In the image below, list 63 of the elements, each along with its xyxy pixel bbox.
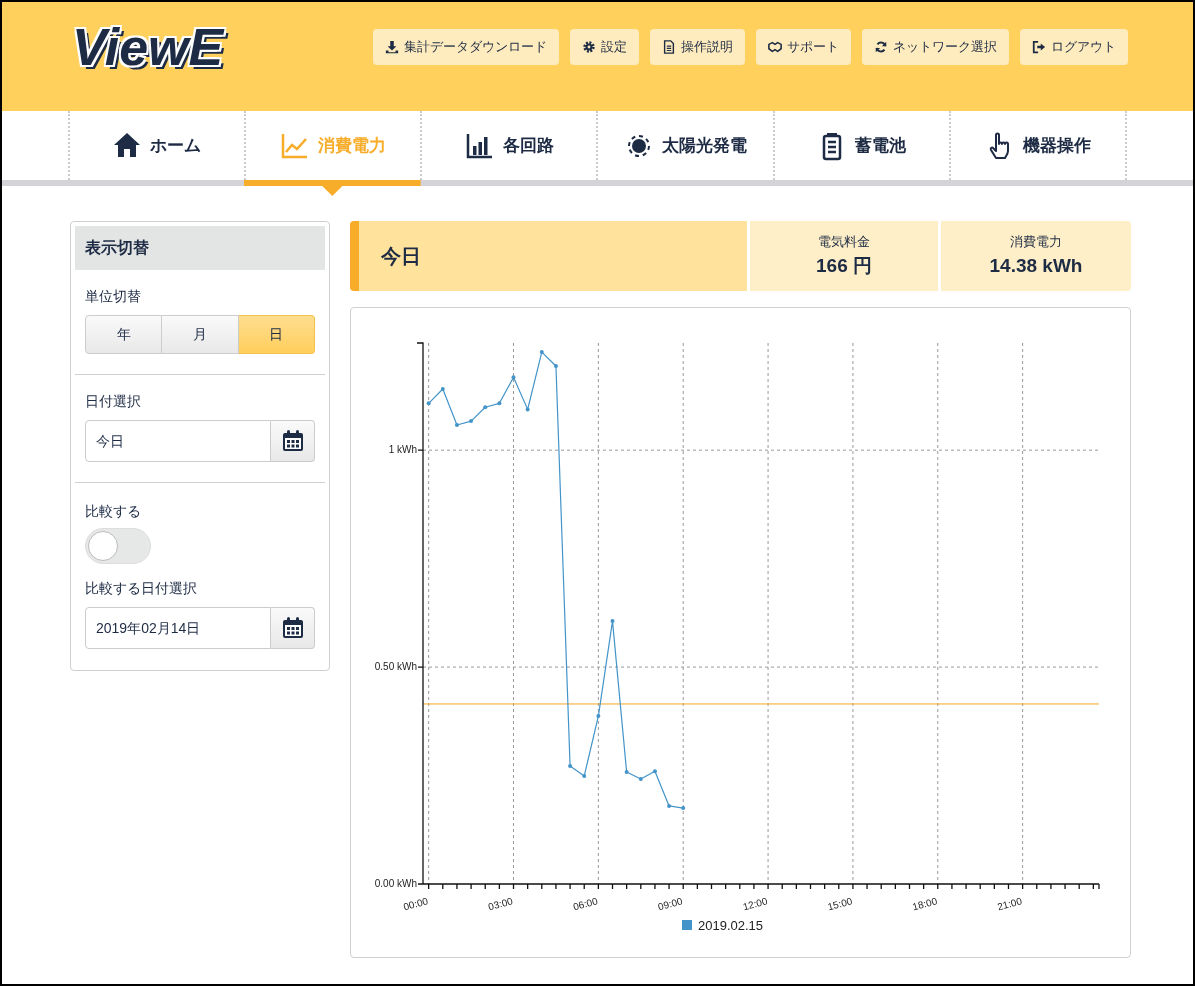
data-point (568, 764, 573, 768)
x-tick-label: 03:00 (487, 895, 515, 913)
field-label: 日付選択 (85, 392, 142, 411)
y-tick-label: 0.50 kWh (374, 661, 417, 673)
data-point (667, 803, 672, 808)
x-tick-label: 18:00 (911, 895, 939, 913)
data-point (652, 769, 657, 774)
header-button[interactable]: ログアウト (1020, 28, 1128, 65)
data-point (525, 407, 530, 412)
stat-value: 166 円 (816, 253, 872, 278)
data-point (610, 619, 615, 624)
toggle-switch[interactable] (85, 528, 151, 564)
header-button[interactable]: 操作説明 (650, 28, 745, 65)
x-tick-label: 09:00 (656, 895, 684, 913)
segment-button[interactable]: 日 (238, 315, 315, 354)
data-point (624, 770, 629, 775)
data-point (469, 419, 474, 424)
gear-icon (582, 39, 596, 54)
data-point (497, 401, 502, 406)
data-point (596, 714, 601, 719)
field-label: 比較する日付選択 (85, 579, 198, 598)
data-point (582, 773, 587, 778)
data-point (426, 401, 431, 406)
data-point (553, 364, 558, 368)
y-tick-label: 0.00 kWh (374, 878, 417, 889)
x-tick-label: 00:00 (402, 895, 430, 913)
header-button[interactable]: 集計データダウンロード (373, 28, 559, 65)
data-point (539, 350, 544, 355)
calendar-button[interactable] (271, 607, 315, 649)
x-tick-label: 12:00 (741, 895, 769, 913)
y-tick-label: 1 kWh (388, 444, 417, 456)
field-label: 比較する (85, 502, 142, 521)
x-tick-label: 06:00 (571, 895, 599, 913)
calendar-icon (280, 429, 305, 453)
date-field[interactable]: 今日 (85, 420, 271, 462)
header-button[interactable]: サポート (756, 28, 851, 65)
stat-value: 14.38 kWh (989, 253, 1083, 278)
panel-title: 表示切替 (85, 238, 149, 258)
segment-button[interactable]: 年 (85, 315, 163, 354)
refresh-icon (874, 39, 888, 54)
data-point (454, 423, 459, 427)
data-point (511, 375, 516, 380)
document-icon (662, 39, 676, 54)
download-icon (385, 39, 399, 54)
data-point (483, 405, 488, 410)
date-field[interactable]: 2019年02月14日 (85, 607, 271, 649)
calendar-button[interactable] (271, 420, 315, 462)
summary-title: 今日 (381, 244, 421, 269)
header-button[interactable]: 設定 (570, 28, 639, 65)
segment-button[interactable]: 月 (162, 315, 239, 354)
logo[interactable]: ViewE (72, 7, 224, 86)
data-point (440, 387, 445, 391)
field-label: 単位切替 (85, 287, 142, 306)
x-tick-label: 15:00 (826, 895, 854, 913)
stat-label: 電気料金 (818, 233, 870, 251)
x-tick-label: 21:00 (996, 895, 1024, 913)
logout-icon (1032, 39, 1046, 54)
calendar-icon (280, 616, 305, 640)
data-point (638, 777, 643, 781)
stat-label: 消費電力 (1010, 233, 1062, 251)
header-button[interactable]: ネットワーク選択 (862, 28, 1009, 65)
legend-label: 2019.02.15 (698, 918, 764, 933)
data-point (681, 806, 686, 811)
